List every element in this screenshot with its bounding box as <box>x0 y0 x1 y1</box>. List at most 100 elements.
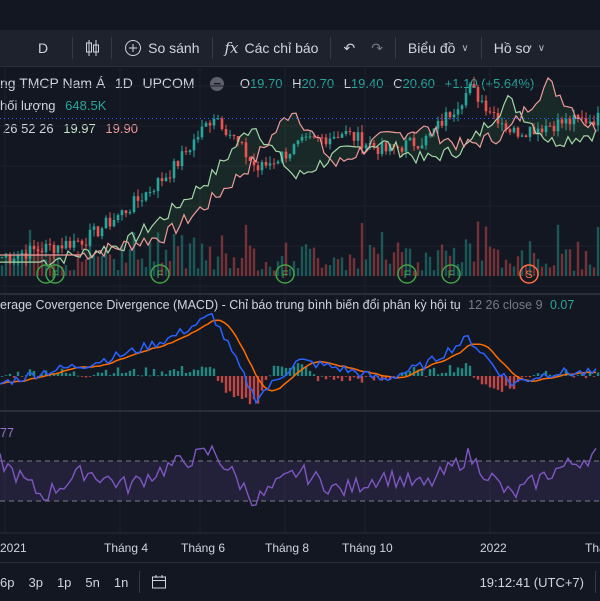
volume-bar <box>236 268 240 276</box>
volume-bar <box>504 259 508 276</box>
signal-marker-label: F <box>282 269 289 281</box>
macd-histogram-bar <box>460 368 464 376</box>
interval-button[interactable]: D <box>0 30 68 66</box>
macd-histogram-bar <box>324 376 328 380</box>
macd-histogram-bar <box>176 371 180 376</box>
volume-bar <box>224 253 228 276</box>
toolbar-divider <box>72 37 74 59</box>
range-button[interactable]: 5n <box>78 575 106 590</box>
volume-bar <box>180 235 184 276</box>
volume-bar <box>596 226 600 276</box>
macd-histogram-bar <box>436 374 440 376</box>
candle-body <box>92 226 96 230</box>
profile-dropdown[interactable]: Hồ sơ ∨ <box>486 30 553 66</box>
candles-style-button[interactable] <box>77 30 107 66</box>
macd-histogram-bar <box>188 372 192 376</box>
candle-body <box>436 120 440 129</box>
chart-type-dropdown[interactable]: Biểu đồ ∨ <box>400 30 477 66</box>
candle-body <box>256 165 260 171</box>
plus-circle-icon <box>125 40 142 56</box>
range-button[interactable]: 3p <box>21 575 49 590</box>
range-button[interactable]: 1p <box>50 575 78 590</box>
macd-histogram-bar <box>572 376 576 378</box>
chart-type-label: Biểu đồ <box>407 40 456 56</box>
candle-body <box>468 83 472 93</box>
candle-body <box>540 128 544 133</box>
compare-button[interactable]: So sánh <box>116 30 207 66</box>
candle-body <box>8 255 12 262</box>
volume-bar <box>0 265 4 276</box>
macd-histogram-bar <box>584 376 588 379</box>
candle-body <box>88 229 92 246</box>
candle-body <box>184 151 188 153</box>
signal-marker-label: F <box>448 269 455 281</box>
macd-histogram-bar <box>496 376 500 390</box>
volume-bar <box>196 268 200 276</box>
macd-histogram-bar <box>488 376 492 388</box>
macd-histogram-bar <box>92 374 96 376</box>
candle-body <box>180 151 184 167</box>
interval-label: D <box>38 40 49 56</box>
redo-button[interactable]: ↷ <box>363 30 391 66</box>
volume-bar <box>228 268 232 276</box>
macd-histogram-bar <box>184 372 188 376</box>
macd-histogram-bar <box>68 373 72 376</box>
macd-histogram-bar <box>312 374 316 376</box>
macd-histogram-bar <box>172 369 176 376</box>
candle-body <box>548 125 552 127</box>
volume-bar <box>296 267 300 276</box>
candle-body <box>208 122 212 126</box>
candle-body <box>292 144 296 155</box>
macd-histogram-bar <box>328 376 332 377</box>
indicators-button[interactable]: fx Các chỉ báo <box>217 30 327 66</box>
macd-histogram-bar <box>8 373 12 376</box>
candle-body <box>524 135 528 137</box>
volume-bar <box>320 267 324 276</box>
x-tick-label: Tháng 10 <box>342 541 393 555</box>
candle-body <box>416 146 420 149</box>
volume-bar <box>576 241 580 276</box>
volume-bar <box>300 246 304 276</box>
candle-body <box>584 118 588 124</box>
macd-histogram-bar <box>280 366 284 376</box>
candle-body <box>520 135 524 137</box>
volume-bar <box>564 249 568 276</box>
undo-button[interactable]: ↶ <box>335 30 363 66</box>
macd-histogram-bar <box>480 376 484 385</box>
candle-body <box>440 120 444 126</box>
macd-histogram-bar <box>448 365 452 376</box>
candle-body <box>160 178 164 181</box>
macd-histogram-bar <box>452 372 456 376</box>
volume-bar <box>324 264 328 276</box>
candle-body <box>268 163 272 166</box>
candle-body <box>332 136 336 139</box>
range-button[interactable]: 6p <box>0 575 21 590</box>
candle-body <box>76 240 80 242</box>
clock-timezone[interactable]: 19:12:41 (UTC+7) <box>473 575 591 590</box>
candle-body <box>96 226 100 237</box>
undo-icon: ↶ <box>343 39 356 56</box>
candle-body <box>56 245 60 253</box>
signal-marker-label: S <box>525 269 532 281</box>
calendar-range-icon <box>152 575 167 589</box>
candle-body <box>344 131 348 134</box>
candle-body <box>116 215 120 220</box>
candle-body <box>128 211 132 214</box>
volume-bar <box>112 258 116 276</box>
macd-histogram-bar <box>484 376 488 385</box>
macd-histogram-bar <box>240 376 244 399</box>
volume-bar <box>508 263 512 276</box>
volume-bar <box>288 268 292 276</box>
volume-bars <box>0 221 600 276</box>
goto-date-button[interactable] <box>144 574 174 591</box>
volume-bar <box>424 252 428 276</box>
candle-body <box>408 137 412 141</box>
macd-histogram-bar <box>352 376 356 378</box>
volume-bar <box>560 253 564 276</box>
macd-histogram-bar <box>344 376 348 377</box>
range-button[interactable]: 1n <box>107 575 135 590</box>
volume-bar <box>244 224 248 276</box>
macd-histogram-bar <box>472 376 476 378</box>
candle-body <box>212 118 216 126</box>
macd-histogram-bar <box>156 375 160 377</box>
